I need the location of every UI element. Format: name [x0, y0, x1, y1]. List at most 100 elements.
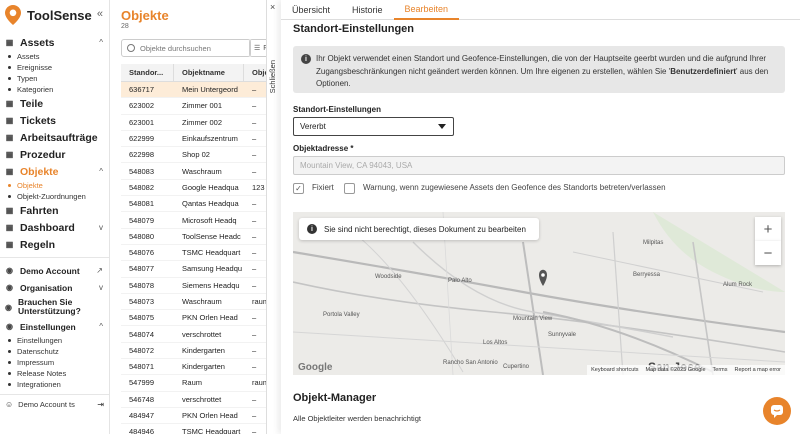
table-cell: Einkaufszentrum: [182, 134, 238, 144]
account-item[interactable]: ☺ Demo Account ts ⇥: [0, 399, 109, 410]
table-row[interactable]: 546748 verschrottet –: [121, 392, 271, 408]
table-cell: 622999: [129, 134, 155, 144]
sidebar-item-0[interactable]: ▦ Assets ^: [0, 34, 109, 51]
table-row[interactable]: 548073 Waschraum raum: [121, 294, 271, 311]
sidebar-subitem[interactable]: Ereignisse: [0, 62, 109, 73]
sidebar-bottom-item-1[interactable]: ◉ Organisation v: [0, 279, 109, 296]
location-settings-select[interactable]: Vererbt: [293, 117, 454, 136]
sidebar-item-label: Arbeitsaufträge: [20, 131, 98, 144]
user-icon: ☺: [5, 400, 14, 409]
sidebar-item-1[interactable]: ▦ Teile: [0, 95, 109, 112]
table-cell: Waschraum: [182, 166, 222, 176]
zoom-out-button[interactable]: −: [755, 241, 781, 265]
table-row[interactable]: 548082 Google Headqua 123: [121, 180, 271, 197]
tab-uebersicht[interactable]: Übersicht: [281, 0, 341, 20]
tab-historie[interactable]: Historie: [341, 0, 394, 20]
sidebar-subitem[interactable]: Release Notes: [0, 368, 109, 379]
collapse-sidebar-icon[interactable]: «: [97, 8, 103, 20]
table-row[interactable]: 636717 Mein Untergeord –: [121, 82, 271, 99]
close-panel-tab[interactable]: × Schließen: [266, 0, 281, 434]
select-label: Standort-Einstellungen: [293, 105, 381, 114]
chat-button[interactable]: [763, 397, 791, 425]
tab-bearbeiten[interactable]: Bearbeiten: [393, 0, 460, 20]
sidebar-bottom-item-0[interactable]: ◉ Demo Account ↗: [0, 262, 109, 279]
sidebar-item-icon: ▦: [5, 150, 14, 159]
sidebar-item-8[interactable]: ▦ Regeln: [0, 236, 109, 253]
table-cell: 548073: [129, 297, 155, 306]
bullet-icon: [8, 372, 11, 375]
chevron-icon: v: [99, 223, 103, 232]
table-row[interactable]: 548081 Qantas Headqua –: [121, 196, 271, 213]
sidebar-subitem-label: Impressum: [17, 358, 55, 367]
zoom-in-button[interactable]: +: [755, 217, 781, 241]
report-error-link[interactable]: Report a map error: [735, 367, 781, 373]
table-row[interactable]: 622998 Shop 02–: [121, 147, 271, 164]
app-root: ToolSense « ▦ Assets ^ Assets Ereignisse Type…: [0, 0, 800, 434]
sidebar-subitem[interactable]: Typen: [0, 73, 109, 84]
sidebar-subitem[interactable]: Datenschutz: [0, 346, 109, 357]
sidebar-bottom-item-2[interactable]: ◉ Brauchen Sie Unterstützung?: [0, 296, 109, 318]
terms-link[interactable]: Terms: [713, 367, 728, 373]
sidebar-item-5[interactable]: ▦ Objekte ^: [0, 163, 109, 180]
sidebar-item-label: Dashboard: [20, 221, 75, 234]
column-header-objektname[interactable]: Objektname: [174, 64, 244, 81]
column-header-standort[interactable]: Standor...: [121, 64, 174, 81]
geofence-warning-checkbox[interactable]: [344, 183, 355, 194]
table-cell: Microsoft Headq: [182, 215, 237, 225]
table-cell: TSMC Headquart: [182, 248, 241, 258]
sidebar-subitem[interactable]: Kategorien: [0, 84, 109, 95]
table-row[interactable]: 548078 Siemens Headqu –: [121, 278, 271, 294]
sidebar-item-3[interactable]: ▦ Arbeitsaufträge: [0, 129, 109, 146]
caret-down-icon: [438, 124, 446, 129]
sidebar-item-icon: ▦: [5, 38, 14, 47]
table-row[interactable]: 548079 Microsoft Headq –: [121, 212, 271, 229]
table-row[interactable]: 623001 Zimmer 002–: [121, 115, 271, 131]
sidebar-item-6[interactable]: ▦ Fahrten: [0, 202, 109, 219]
table-row[interactable]: 548075 PKN Orlen Head –: [121, 310, 271, 327]
address-input[interactable]: Mountain View, CA 94043, USA: [293, 156, 785, 175]
map-place-label: Palo Alto: [448, 278, 472, 284]
sidebar-subitem[interactable]: Integrationen: [0, 379, 109, 390]
table-row[interactable]: 484946 TSMC Headquart –: [121, 424, 271, 434]
sidebar-item-7[interactable]: ▦ Dashboard v: [0, 219, 109, 236]
table-row[interactable]: 484947 PKN Orlen Head –: [121, 408, 271, 425]
sidebar-subitem[interactable]: Einstellungen: [0, 335, 109, 346]
sidebar: ToolSense « ▦ Assets ^ Assets Ereignisse Type…: [0, 0, 110, 434]
brand-name: ToolSense: [27, 7, 92, 23]
sidebar-subitem[interactable]: Impressum: [0, 357, 109, 368]
sidebar-item-4[interactable]: ▦ Prozedur: [0, 146, 109, 163]
sidebar-item-2[interactable]: ▦ Tickets: [0, 112, 109, 129]
sidebar-subitem[interactable]: Objekte: [0, 180, 109, 191]
table-row[interactable]: 548074 verschrottet –: [121, 326, 271, 343]
chevron-icon: ^: [99, 167, 103, 176]
table-row[interactable]: 622999 Einkaufszentrum –: [121, 131, 271, 148]
table-row[interactable]: 548071 Kindergarten –: [121, 359, 271, 376]
map-place-label: Alum Rock: [723, 282, 753, 288]
sidebar-subitem[interactable]: Objekt-Zuordnungen: [0, 191, 109, 202]
brand[interactable]: ToolSense: [0, 0, 109, 30]
search-input[interactable]: Objekte durchsuchen: [121, 39, 251, 57]
table-header: Standor... Objektname Objekt: [121, 64, 271, 82]
sidebar-item-icon: ◉: [6, 322, 13, 331]
keyboard-shortcuts-link[interactable]: Keyboard shortcuts: [591, 367, 638, 373]
sidebar-bottom-item-3[interactable]: ◉ Einstellungen ^: [0, 318, 109, 335]
table-row[interactable]: 548072 Kindergarten –: [121, 343, 271, 360]
map[interactable]: i Sie sind nicht berechtigt, dieses Doku…: [293, 212, 785, 375]
table-row[interactable]: 548077 Samsung Headqu –: [121, 261, 271, 278]
info-icon: i: [301, 54, 311, 64]
close-icon[interactable]: ×: [270, 2, 275, 12]
check-icon: ✓: [295, 184, 302, 193]
fixed-checkbox[interactable]: ✓: [293, 183, 304, 194]
sidebar-subitem-label: Objekt-Zuordnungen: [17, 192, 86, 201]
logout-icon[interactable]: ⇥: [97, 400, 104, 409]
table-row[interactable]: 548080 ToolSense Headc –: [121, 229, 271, 245]
sidebar-subitem[interactable]: Assets: [0, 51, 109, 62]
divider: [0, 257, 109, 258]
table-row[interactable]: 623002 Zimmer 001–: [121, 98, 271, 115]
table-row[interactable]: 548083 Waschraum –: [121, 163, 271, 180]
sidebar-item-icon: ▦: [5, 240, 14, 249]
table-row[interactable]: 547999 Raum raum: [121, 375, 271, 392]
search-placeholder: Objekte durchsuchen: [140, 43, 211, 53]
table-row[interactable]: 548076 TSMC Headquart –: [121, 245, 271, 262]
chat-icon: [771, 405, 783, 418]
